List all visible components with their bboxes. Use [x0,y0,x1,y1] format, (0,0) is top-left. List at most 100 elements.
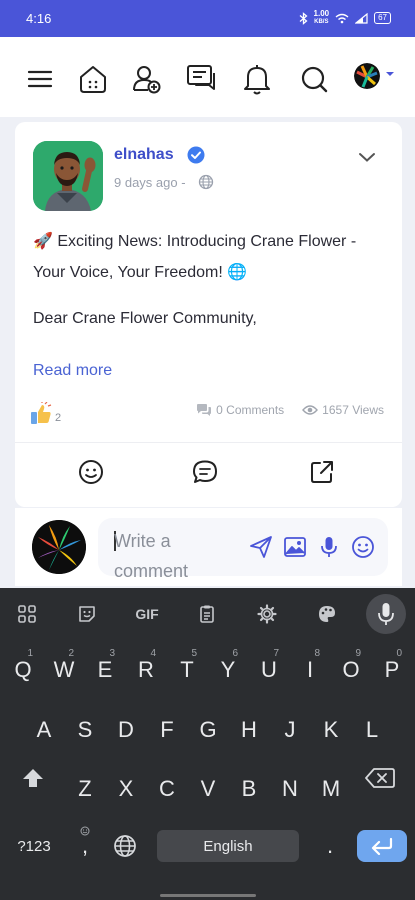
key-a[interactable]: A [25,704,63,756]
onscreen-keyboard: GIF Q1W2E3R4T5Y6U7I8O9P0 ASDFGHJKL ZXCVB… [0,588,415,900]
search-icon[interactable] [297,62,331,96]
key-u[interactable]: U7 [250,644,288,696]
key-o[interactable]: O9 [332,644,370,696]
author-avatar[interactable] [33,141,103,211]
comment-placeholder: Write a comment [114,531,189,581]
key-n[interactable]: N [271,763,309,815]
key-z[interactable]: Z [66,763,104,815]
comment-composer: Write a comment [15,508,402,586]
key-r[interactable]: R4 [127,644,165,696]
key-label: C [159,776,175,801]
key-j[interactable]: J [271,704,309,756]
key-label: H [241,717,257,742]
key-e[interactable]: E3 [86,644,124,696]
send-icon[interactable] [248,534,274,560]
shift-key[interactable] [14,752,52,804]
key-label: S [77,717,93,742]
language-key[interactable] [106,820,144,872]
key-q[interactable]: Q1 [4,644,42,696]
post-meta: 9 days ago - [114,174,214,190]
post-salutation: Dear Crane Flower Community, [33,310,257,327]
post-stats: 0 Comments 1657 Views [196,403,384,417]
caret-down-icon[interactable] [385,70,395,78]
key-number-hint: 6 [232,648,238,659]
emoji-icon[interactable] [350,534,376,560]
key-label: L [365,717,379,742]
eye-icon [302,405,319,415]
comment-input[interactable]: Write a comment [98,518,388,581]
key-l[interactable]: L [353,704,391,756]
battery-indicator: 67 [374,12,391,24]
key-number-hint: 2 [68,648,74,659]
reactions-summary[interactable]: 2 [29,402,61,424]
voice-input-button[interactable] [366,594,406,634]
comments-count[interactable]: 0 Comments [216,403,284,417]
home-icon[interactable] [76,62,110,96]
key-number-hint: 5 [191,648,197,659]
bell-icon[interactable] [240,62,274,96]
share-icon [311,461,333,483]
comment-icon [193,460,217,483]
key-label: W [53,657,75,682]
key-label: A [36,717,52,742]
profile-avatar[interactable] [354,63,380,89]
backspace-key[interactable] [361,752,399,804]
key-number-hint: 7 [273,648,279,659]
key-number-hint: 4 [150,648,156,659]
symbols-key[interactable]: ?123 [10,820,58,872]
key-s[interactable]: S [66,704,104,756]
bluetooth-icon [299,11,308,25]
read-more-link[interactable]: Read more [33,362,112,380]
image-icon[interactable] [282,534,308,560]
key-label: K [323,717,339,742]
emoji-hint-icon [80,826,90,836]
key-number-hint: 8 [314,648,320,659]
key-number-hint: 3 [109,648,115,659]
add-friend-icon[interactable] [130,62,164,96]
status-bar: 4:16 1.00 KB/S 67 [0,0,415,37]
key-m[interactable]: M [312,763,350,815]
globe-key-icon [114,835,136,857]
messages-icon[interactable] [185,62,219,96]
comment-button[interactable] [192,459,218,485]
key-number-hint: 9 [355,648,361,659]
post-author[interactable]: elnahas [114,146,174,164]
key-x[interactable]: X [107,763,145,815]
card-divider [15,442,402,443]
sticker-icon[interactable] [69,596,105,632]
key-g[interactable]: G [189,704,227,756]
settings-gear-icon[interactable] [249,596,285,632]
key-label: J [284,717,296,742]
palette-icon[interactable] [309,596,345,632]
keyboard-mic-icon [378,603,394,625]
commenter-avatar[interactable] [32,520,86,574]
comma-key[interactable]: , [66,820,104,872]
key-c[interactable]: C [148,763,186,815]
clipboard-icon[interactable] [189,596,225,632]
enter-key[interactable] [357,830,407,862]
key-t[interactable]: T5 [168,644,206,696]
key-i[interactable]: I8 [291,644,329,696]
key-p[interactable]: P0 [373,644,411,696]
key-h[interactable]: H [230,704,268,756]
key-label: R [138,657,154,682]
key-y[interactable]: Y6 [209,644,247,696]
key-k[interactable]: K [312,704,350,756]
gif-button[interactable]: GIF [129,596,165,632]
enter-icon [371,837,393,855]
key-label: F [160,717,174,742]
key-w[interactable]: W2 [45,644,83,696]
menu-icon[interactable] [23,62,57,96]
share-button[interactable] [309,459,335,485]
chevron-down-icon[interactable] [358,151,376,163]
period-key[interactable]: . [311,820,349,872]
react-button[interactable] [78,459,104,485]
apps-grid-icon[interactable] [9,596,45,632]
space-bar[interactable]: English [157,830,299,862]
key-f[interactable]: F [148,704,186,756]
key-v[interactable]: V [189,763,227,815]
comments-icon [197,404,212,416]
microphone-icon[interactable] [316,534,342,560]
key-b[interactable]: B [230,763,268,815]
key-d[interactable]: D [107,704,145,756]
